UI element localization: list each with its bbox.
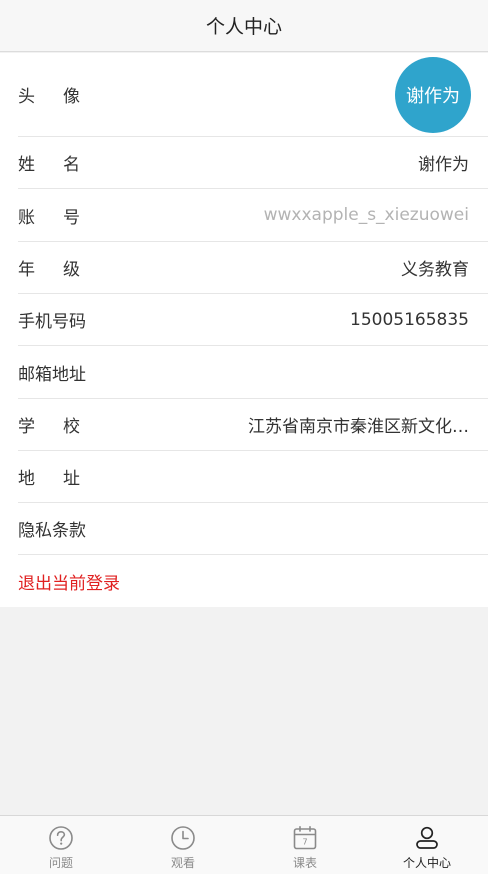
tab-profile-label: 个人中心 bbox=[402, 856, 451, 870]
row-school[interactable]: 学校 江苏省南京市秦淮区新文化… bbox=[18, 399, 488, 451]
question-icon bbox=[49, 826, 73, 850]
tab-watch-label: 观看 bbox=[170, 856, 195, 870]
avatar-text: 谢作为 bbox=[406, 85, 460, 107]
row-grade[interactable]: 年级 义务教育 bbox=[18, 242, 488, 294]
person-icon bbox=[416, 826, 438, 849]
email-label: 邮箱地址 bbox=[18, 364, 86, 385]
address-label: 地址 bbox=[18, 469, 108, 489]
row-avatar[interactable]: 头像 谢作为 bbox=[18, 53, 488, 137]
grade-label: 年级 bbox=[18, 260, 108, 280]
row-email[interactable]: 邮箱地址 bbox=[18, 346, 488, 399]
clock-icon bbox=[171, 826, 195, 850]
row-address[interactable]: 地址 bbox=[18, 451, 488, 503]
tab-questions[interactable]: 问题 bbox=[0, 816, 122, 874]
privacy-label: 隐私条款 bbox=[18, 521, 86, 541]
tab-schedule[interactable]: 7 课表 bbox=[244, 816, 366, 874]
phone-value: 15005165835 bbox=[350, 309, 469, 330]
account-value: wwxxapple_s_xiezuowei bbox=[263, 205, 469, 225]
tab-questions-label: 问题 bbox=[48, 856, 73, 870]
school-value: 江苏省南京市秦淮区新文化… bbox=[248, 417, 469, 437]
calendar-icon: 7 bbox=[293, 825, 317, 850]
tab-schedule-label: 课表 bbox=[292, 856, 317, 870]
name-value: 谢作为 bbox=[418, 155, 469, 175]
tab-bar: 问题 观看 7 课表 个人中心 bbox=[0, 815, 488, 874]
logout-button[interactable]: 退出当前登录 bbox=[18, 555, 488, 607]
page-title: 个人中心 bbox=[205, 16, 282, 38]
account-label: 账号 bbox=[18, 207, 108, 228]
grade-value: 义务教育 bbox=[401, 260, 469, 280]
row-name[interactable]: 姓名 谢作为 bbox=[18, 137, 488, 189]
row-privacy[interactable]: 隐私条款 bbox=[18, 503, 488, 555]
logout-label: 退出当前登录 bbox=[18, 573, 120, 594]
phone-label: 手机号码 bbox=[18, 312, 86, 332]
row-account: 账号 wwxxapple_s_xiezuowei bbox=[18, 189, 488, 242]
tab-profile[interactable]: 个人中心 bbox=[366, 816, 488, 874]
calendar-day: 7 bbox=[302, 838, 307, 847]
tab-watch[interactable]: 观看 bbox=[122, 816, 244, 874]
avatar-label: 头像 bbox=[18, 87, 108, 107]
profile-list: 头像 谢作为 姓名 谢作为 账号 wwxxapple_s_xiezuowei 年… bbox=[0, 53, 488, 607]
page-header: 个人中心 bbox=[0, 0, 488, 52]
row-phone[interactable]: 手机号码 15005165835 bbox=[18, 294, 488, 346]
school-label: 学校 bbox=[18, 417, 108, 437]
name-label: 姓名 bbox=[18, 155, 108, 175]
avatar[interactable]: 谢作为 bbox=[395, 56, 471, 133]
